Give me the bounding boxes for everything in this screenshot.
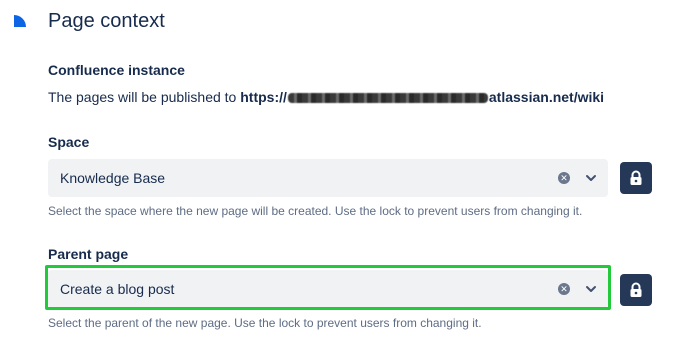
publish-destination-text: The pages will be published to https:// a… [48, 89, 604, 105]
section-marker [14, 15, 26, 27]
parent-page-label: Parent page [48, 246, 129, 262]
lock-icon [630, 170, 642, 185]
lock-icon [630, 282, 642, 297]
clear-icon[interactable]: ✕ [558, 283, 570, 295]
parent-page-help-text: Select the parent of the new page. Use t… [48, 316, 482, 330]
space-label: Space [48, 134, 90, 150]
space-lock-button[interactable] [620, 162, 652, 194]
parent-page-select[interactable]: Create a blog post ✕ [48, 270, 608, 308]
instance-url-prefix: https:// [240, 89, 287, 105]
space-select-value: Knowledge Base [60, 170, 166, 186]
instance-url-suffix: atlassian.net/wiki [488, 89, 605, 105]
confluence-instance-label: Confluence instance [48, 62, 185, 78]
section-title: Page context [48, 10, 165, 32]
parent-page-select-value: Create a blog post [60, 281, 175, 297]
chevron-down-icon[interactable] [584, 282, 598, 296]
parent-page-lock-button[interactable] [620, 274, 652, 306]
chevron-down-icon[interactable] [584, 171, 598, 185]
publish-prefix: The pages will be published to [48, 89, 241, 105]
space-select[interactable]: Knowledge Base ✕ [48, 159, 608, 197]
clear-icon[interactable]: ✕ [558, 172, 570, 184]
redacted-domain [287, 93, 488, 104]
space-help-text: Select the space where the new page will… [48, 204, 583, 218]
